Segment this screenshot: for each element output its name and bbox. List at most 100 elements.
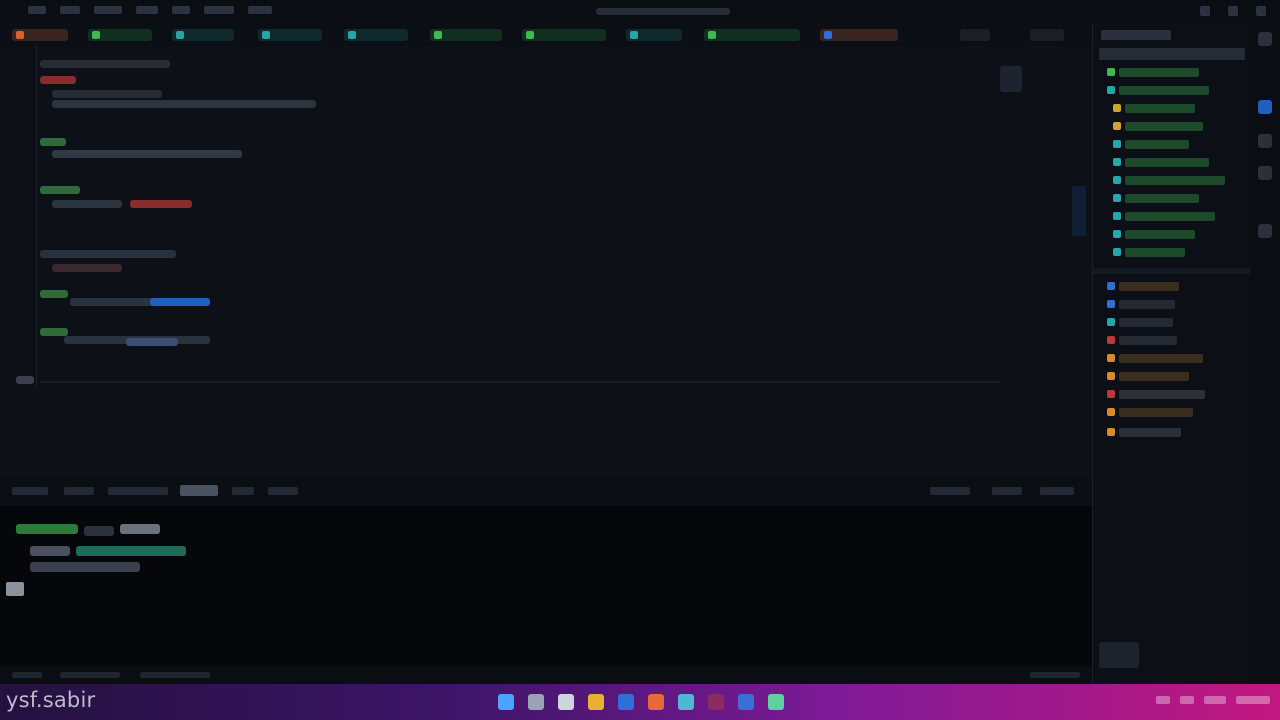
title-bar <box>0 0 1280 24</box>
settings-icon[interactable] <box>708 694 724 710</box>
code-editor[interactable] <box>0 46 1092 476</box>
tree-item[interactable] <box>1125 212 1215 221</box>
file-icon <box>1107 336 1115 344</box>
source-control-icon[interactable] <box>1258 166 1272 180</box>
tray-icon[interactable] <box>1204 696 1226 704</box>
menu-item[interactable] <box>28 6 46 14</box>
vertical-scrollbar[interactable] <box>1072 186 1086 236</box>
tree-item[interactable] <box>1125 122 1203 131</box>
code-line <box>126 338 178 346</box>
tree-item[interactable] <box>1119 390 1205 399</box>
editor-tab[interactable] <box>344 29 408 41</box>
code-line <box>16 376 34 384</box>
tree-item[interactable] <box>1119 282 1179 291</box>
tree-item[interactable] <box>1119 318 1173 327</box>
tab-problems[interactable] <box>12 487 48 495</box>
tab-output[interactable] <box>64 487 94 495</box>
tree-item[interactable] <box>1119 372 1189 381</box>
menu-item[interactable] <box>248 6 272 14</box>
tree-item[interactable] <box>1125 230 1195 239</box>
tree-item[interactable] <box>1119 68 1199 77</box>
editor-tab[interactable] <box>258 29 322 41</box>
vscode-icon[interactable] <box>738 694 754 710</box>
tab-gitlens[interactable] <box>268 487 298 495</box>
status-item[interactable] <box>60 672 120 678</box>
status-item[interactable] <box>12 672 42 678</box>
status-item[interactable] <box>1030 672 1080 678</box>
menu-item[interactable] <box>204 6 234 14</box>
file-icon <box>1113 248 1121 256</box>
file-explorer-icon[interactable] <box>588 694 604 710</box>
tray-icon[interactable] <box>1156 696 1170 704</box>
editor-tab[interactable] <box>172 29 234 41</box>
search-icon[interactable] <box>528 694 544 710</box>
code-line <box>52 200 122 208</box>
file-tab-icon <box>708 31 716 39</box>
tree-item[interactable] <box>1125 104 1195 113</box>
file-icon <box>1107 428 1115 436</box>
editor-tab[interactable] <box>88 29 152 41</box>
minimap[interactable] <box>1000 66 1022 92</box>
minimize-icon[interactable] <box>1200 6 1210 16</box>
editor-tab[interactable] <box>430 29 502 41</box>
menu-item[interactable] <box>94 6 122 14</box>
tab-debug-console[interactable] <box>108 487 168 495</box>
tree-item[interactable] <box>1119 86 1209 95</box>
outline-panel[interactable] <box>1099 642 1139 668</box>
tree-item[interactable] <box>1119 408 1193 417</box>
maximize-icon[interactable] <box>1228 6 1238 16</box>
tree-item[interactable] <box>1119 354 1203 363</box>
store-icon[interactable] <box>678 694 694 710</box>
terminal-icon[interactable] <box>648 694 664 710</box>
clock[interactable] <box>1236 696 1270 704</box>
search-icon[interactable] <box>1258 134 1272 148</box>
tree-item[interactable] <box>1125 158 1209 167</box>
account-icon[interactable] <box>1258 32 1272 46</box>
tree-item[interactable] <box>1125 140 1189 149</box>
code-line <box>40 76 76 84</box>
file-icon <box>1113 176 1121 184</box>
editor-tab[interactable] <box>522 29 606 41</box>
file-tab-icon <box>434 31 442 39</box>
panel-actions[interactable] <box>1040 487 1074 495</box>
menu-item[interactable] <box>172 6 190 14</box>
tab-ports[interactable] <box>232 487 254 495</box>
tab-terminal[interactable] <box>180 485 218 496</box>
ide-window: ysf.sabir <box>0 0 1280 720</box>
task-view-icon[interactable] <box>558 694 574 710</box>
tree-item[interactable] <box>1125 194 1199 203</box>
editor-tab-bar <box>0 24 1095 46</box>
horizontal-scrollbar[interactable] <box>40 381 1000 383</box>
browser-icon[interactable] <box>618 694 634 710</box>
explorer-title <box>1101 30 1171 40</box>
menu-bar <box>28 6 272 14</box>
edge-icon[interactable] <box>768 694 784 710</box>
editor-actions[interactable] <box>1030 29 1064 41</box>
tree-item[interactable] <box>1125 176 1225 185</box>
terminal-selector[interactable] <box>930 487 970 495</box>
new-terminal-button[interactable] <box>992 487 1022 495</box>
tree-item[interactable] <box>1119 428 1181 437</box>
editor-tab[interactable] <box>820 29 898 41</box>
settings-gear-icon[interactable] <box>1258 100 1272 114</box>
status-item[interactable] <box>140 672 210 678</box>
terminal-line <box>16 524 78 534</box>
editor-tab[interactable] <box>12 29 68 41</box>
tree-item[interactable] <box>1119 300 1175 309</box>
tray-icon[interactable] <box>1180 696 1194 704</box>
window-title <box>596 8 730 15</box>
menu-item[interactable] <box>60 6 80 14</box>
tree-item[interactable] <box>1125 248 1185 257</box>
project-header[interactable] <box>1099 48 1245 60</box>
editor-tab[interactable] <box>704 29 800 41</box>
menu-item[interactable] <box>136 6 158 14</box>
windows-start-icon[interactable] <box>498 694 514 710</box>
extensions-icon[interactable] <box>1258 224 1272 238</box>
activity-bar <box>1250 24 1280 684</box>
terminal-panel[interactable] <box>0 506 1092 666</box>
code-line <box>52 100 316 108</box>
close-icon[interactable] <box>1256 6 1266 16</box>
editor-tab[interactable] <box>626 29 682 41</box>
tree-item[interactable] <box>1119 336 1177 345</box>
tab-overflow[interactable] <box>960 29 990 41</box>
